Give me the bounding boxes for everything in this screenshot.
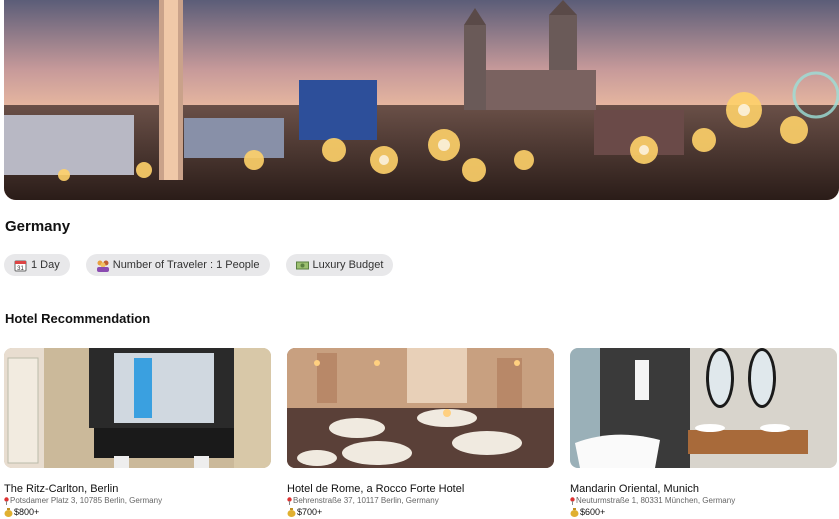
money-bag-icon xyxy=(570,507,579,517)
hotel-price-text: $800+ xyxy=(14,507,40,517)
hotel-photo xyxy=(4,348,271,468)
hotel-address-text: Potsdamer Platz 3, 10785 Berlin, Germany xyxy=(10,496,163,505)
hotel-price: $600+ xyxy=(570,507,837,517)
calendar-icon: 31 xyxy=(14,259,27,272)
destination-title: Germany xyxy=(5,218,71,235)
hotel-address: Behrenstraße 37, 10117 Berlin, Germany xyxy=(287,496,554,505)
hotel-address-text: Neuturmstraße 1, 80331 München, Germany xyxy=(576,496,736,505)
hotel-card[interactable]: Hotel de Rome, a Rocco Forte Hotel Behre… xyxy=(287,348,554,517)
trip-info-chips: 31 1 Day Number of Traveler : 1 People L… xyxy=(4,254,394,276)
chip-days: 31 1 Day xyxy=(4,254,70,276)
hotel-photo xyxy=(287,348,554,468)
hotel-section-title: Hotel Recommendation xyxy=(5,311,151,326)
hotel-card[interactable]: Mandarin Oriental, Munich Neuturmstraße … xyxy=(570,348,837,517)
svg-text:31: 31 xyxy=(17,266,24,272)
hotel-name: The Ritz-Carlton, Berlin xyxy=(4,483,119,495)
money-bag-icon xyxy=(4,507,13,517)
chip-travelers-label: Number of Traveler : 1 People xyxy=(112,259,260,271)
hotel-address-text: Behrenstraße 37, 10117 Berlin, Germany xyxy=(293,496,439,505)
hotel-name: Mandarin Oriental, Munich xyxy=(570,483,700,495)
hotel-address: Potsdamer Platz 3, 10785 Berlin, Germany xyxy=(4,496,271,505)
pin-icon xyxy=(570,496,575,505)
hotel-price-text: $700+ xyxy=(297,507,323,517)
chip-budget-label: Luxury Budget xyxy=(312,259,384,271)
hotel-card[interactable]: The Ritz-Carlton, Berlin Potsdamer Platz… xyxy=(4,348,271,517)
hotel-address: Neuturmstraße 1, 80331 München, Germany xyxy=(570,496,837,505)
hotel-price: $800+ xyxy=(4,507,271,517)
pin-icon xyxy=(4,496,9,505)
hotel-name: Hotel de Rome, a Rocco Forte Hotel xyxy=(287,483,465,495)
pin-icon xyxy=(287,496,292,505)
money-bag-icon xyxy=(287,507,296,517)
hotel-price: $700+ xyxy=(287,507,554,517)
money-icon xyxy=(295,259,309,272)
people-icon xyxy=(96,259,109,272)
destination-hero-image xyxy=(4,0,839,200)
chip-budget: Luxury Budget xyxy=(285,254,394,276)
chip-travelers: Number of Traveler : 1 People xyxy=(85,254,270,276)
hotel-photo xyxy=(570,348,837,468)
chip-days-label: 1 Day xyxy=(31,259,60,271)
hotel-price-text: $600+ xyxy=(580,507,606,517)
